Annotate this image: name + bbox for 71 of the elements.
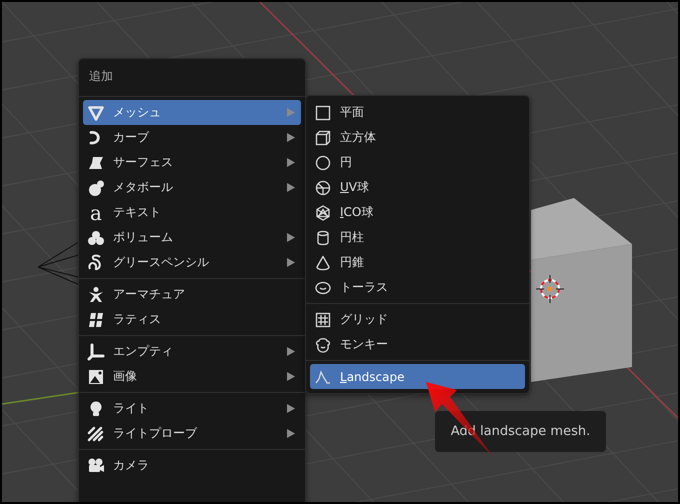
cursor-icon [536,274,564,304]
grid-icon [314,310,332,328]
menu-item-label: ライトプローブ [113,425,198,442]
menu-item[interactable]: ボリューム [83,225,301,250]
menu-item[interactable]: Landscape [310,364,525,389]
menu-item-label: サーフェス [113,154,174,171]
menu-item[interactable]: サーフェス [83,150,301,175]
menu-item[interactable]: メタボール [83,175,301,200]
menu-item-label: UV球 [340,179,370,196]
circle-icon [314,154,332,172]
menu-item-label: 平面 [340,104,365,121]
menu-item-label: エンプティ [113,343,174,360]
menu-item[interactable]: メッシュ [83,100,301,125]
menu-item-label: 円錐 [340,254,365,271]
figure-icon [87,286,105,304]
text-icon: a [87,204,105,222]
icosphere-icon [314,204,332,222]
menu-item-label: ラティス [113,311,162,328]
menu-item[interactable]: グリースペンシル [83,250,301,275]
menu-item[interactable]: 画像 [83,364,301,389]
menu-item[interactable]: 立方体 [310,125,525,150]
menu-item[interactable]: エンプティ [83,339,301,364]
menu-item-label: ICO球 [340,204,374,221]
camera-icon [87,456,105,474]
menu-item-label: 円 [340,154,353,171]
light-probe-icon [87,424,105,442]
menu-item[interactable]: 円柱 [310,225,525,250]
menu-title: 追加 [88,68,114,85]
mesh-icon [87,104,105,122]
image-icon [87,368,105,386]
menu-item[interactable]: 円 [310,150,525,175]
menu-item-label: メッシュ [113,104,162,121]
menu-item[interactable]: ライトプローブ [83,421,301,446]
menu-item[interactable]: モンキー [310,332,525,357]
menu-item[interactable]: ラティス [83,307,301,332]
menu-item-label: トーラス [340,279,389,296]
menu-item[interactable]: a テキスト [83,200,301,225]
menu-item[interactable]: アーマチュア [83,282,301,307]
empty-axes-icon [87,342,105,360]
menu-item[interactable]: カメラ [83,453,301,478]
cone-icon [314,254,332,272]
cube-icon [314,128,332,146]
menu-item-label: メタボール [113,179,174,196]
menu-item-label: アーマチュア [113,286,186,303]
menu-item-label: グリースペンシル [113,254,210,271]
menu-item-label: カメラ [113,457,150,474]
menu-item[interactable]: トーラス [310,275,525,300]
volume-icon [87,228,105,246]
lattice-icon [87,310,105,328]
menu-item-label: 立方体 [340,129,377,146]
menu-item[interactable]: 円錐 [310,250,525,275]
sphere-icon [314,178,332,196]
metaball-icon [87,178,105,196]
menu-item[interactable]: グリッド [310,307,525,332]
menu-item[interactable]: カーブ [83,125,301,150]
menu-item-label: グリッド [340,311,389,328]
menu-item-label: 円柱 [340,229,365,246]
mountain-icon [314,368,332,386]
menu-item[interactable]: 平面 [310,100,525,125]
menu-item-label: カーブ [113,129,150,146]
menu-item-label: 画像 [113,368,138,385]
menu-item[interactable]: ICO球 [310,200,525,225]
menu-item-label: ボリューム [113,229,174,246]
monkey-head-icon [314,336,332,354]
menu-item[interactable]: UV球 [310,175,525,200]
menu-item[interactable]: ライト [83,396,301,421]
menu-item-label: ライト [113,400,150,417]
menu-item-label: Landscape [340,370,406,384]
menu-item-label: モンキー [340,336,389,353]
menu-item-label: テキスト [113,204,162,221]
square-icon [314,104,332,122]
